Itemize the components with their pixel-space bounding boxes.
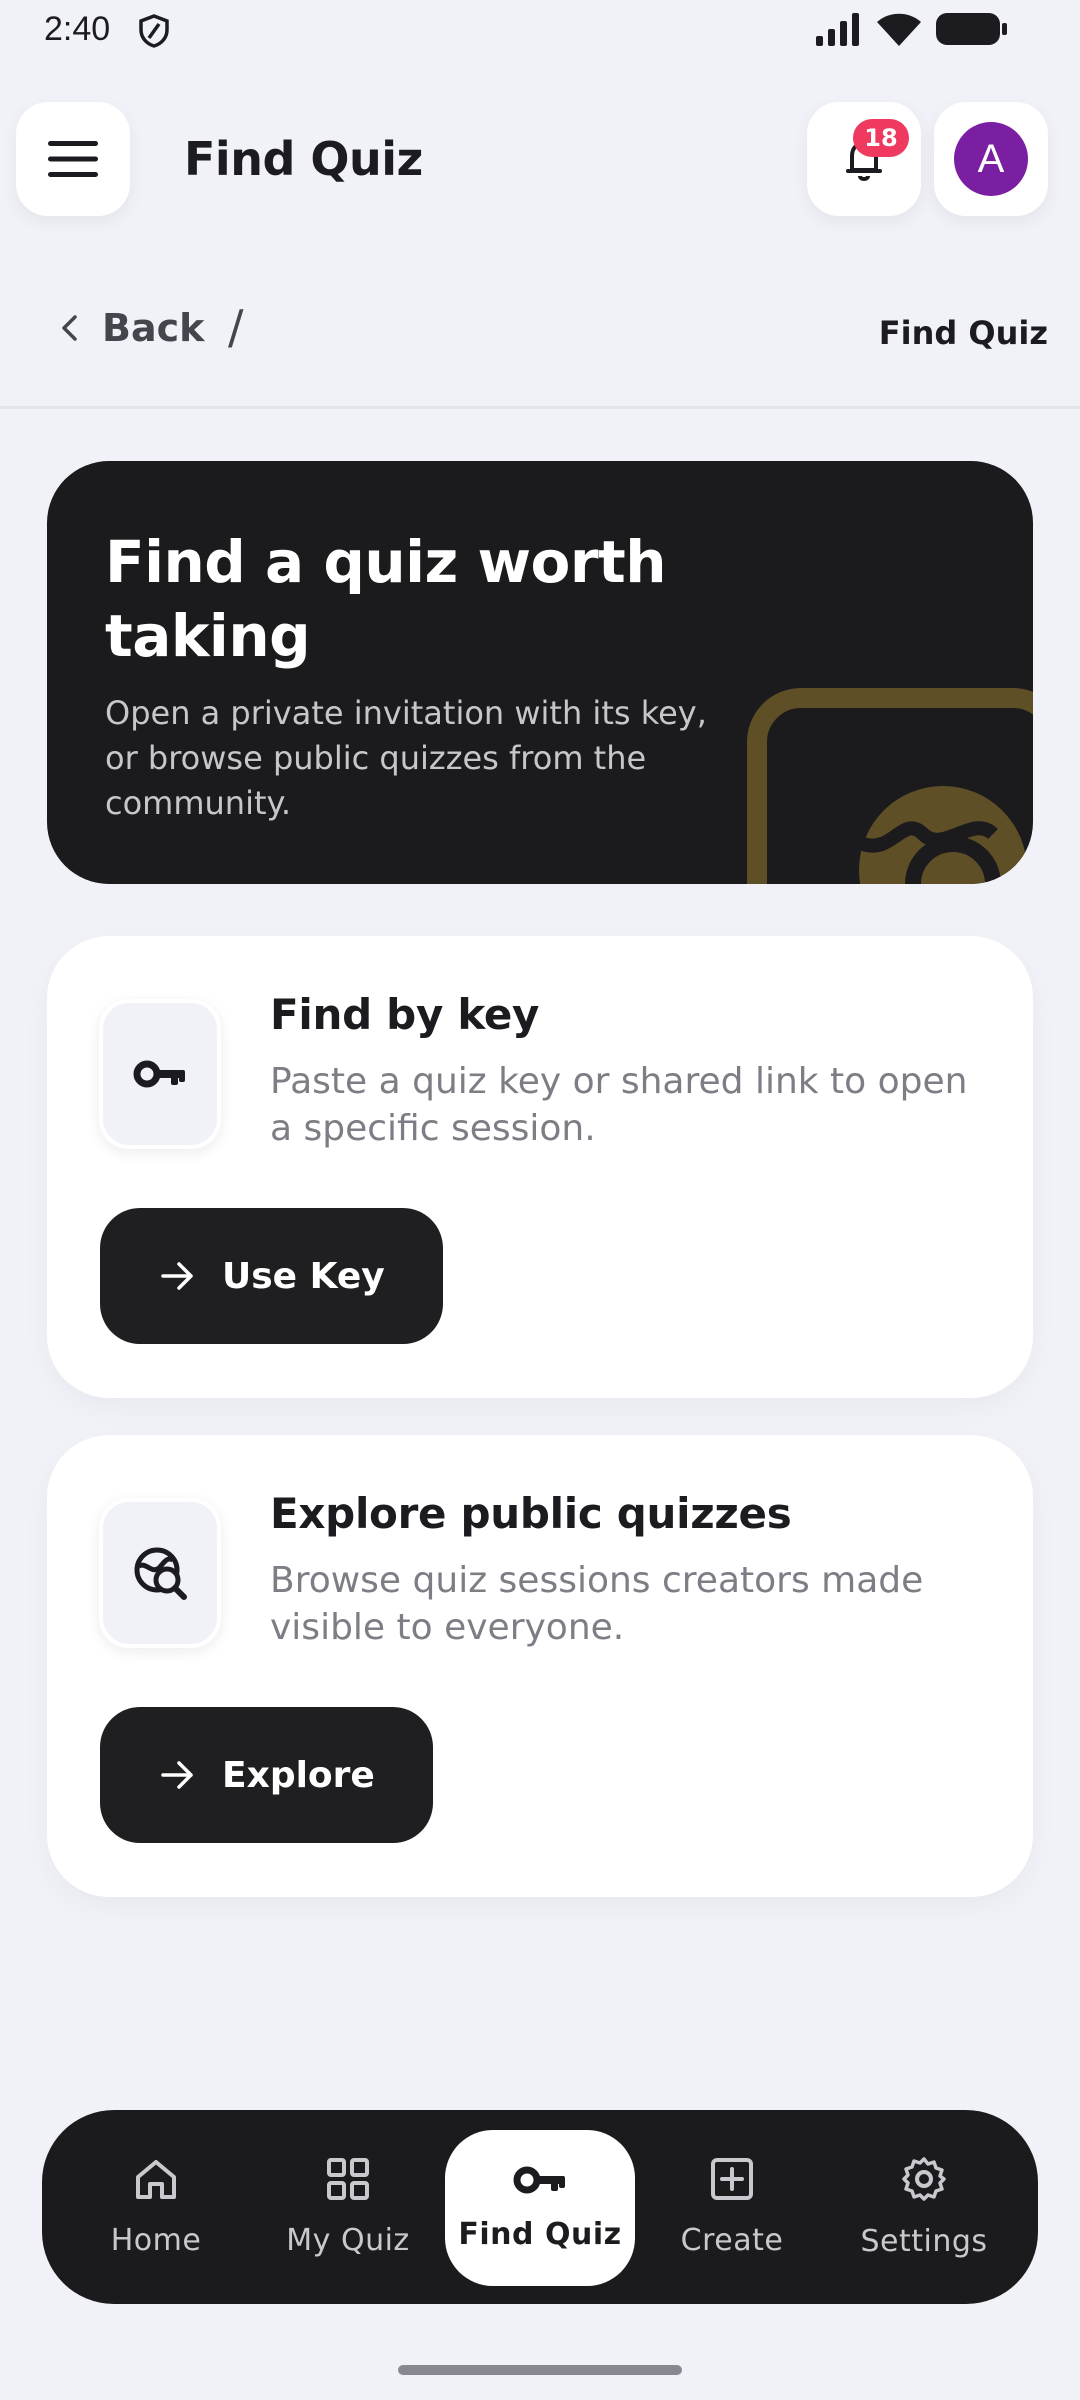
globe-search-decoration-icon: [747, 688, 1033, 884]
page-title: Find Quiz: [184, 132, 423, 186]
nav-settings-label: Settings: [860, 2223, 988, 2259]
explore-button[interactable]: Explore: [100, 1707, 433, 1843]
card-icon-container: [99, 999, 221, 1149]
card-description: Browse quiz sessions creators made visib…: [270, 1560, 924, 1648]
explore-label: Explore: [222, 1754, 375, 1796]
explore-public-card: Explore public quizzes Browse quiz sessi…: [47, 1435, 1033, 1897]
arrow-right-icon: [161, 1262, 193, 1290]
find-by-key-card: Find by key Paste a quiz key or shared l…: [47, 936, 1033, 1398]
globe-search-icon: [134, 1547, 187, 1600]
hero-description: Open a private invitation with its key, …: [105, 694, 707, 822]
grid-icon: [327, 2157, 369, 2200]
nav-create[interactable]: Create: [637, 2110, 827, 2304]
nav-home[interactable]: Home: [61, 2110, 251, 2304]
home-indicator[interactable]: [398, 2365, 682, 2375]
nav-find-quiz-label: Find Quiz: [458, 2216, 622, 2252]
status-indicators: [816, 12, 1008, 46]
hero-title: Find a quiz worth taking: [105, 528, 667, 670]
status-bar: 2:40: [0, 0, 1080, 64]
card-description: Paste a quiz key or shared link to open …: [270, 1061, 968, 1149]
nav-my-quiz-label: My Quiz: [286, 2222, 410, 2258]
nav-settings[interactable]: Settings: [829, 2110, 1019, 2304]
bottom-nav: Home My Quiz Find Quiz Create Settings: [42, 2110, 1038, 2304]
nav-home-label: Home: [110, 2222, 202, 2258]
notifications-button[interactable]: [807, 102, 921, 216]
arrow-right-icon: [161, 1761, 193, 1789]
back-link[interactable]: Back: [58, 306, 204, 350]
back-label: Back: [102, 306, 205, 350]
wifi-icon: [877, 13, 921, 46]
shield-icon: [139, 14, 169, 48]
key-icon: [513, 2166, 565, 2193]
card-title: Explore public quizzes: [270, 1489, 792, 1538]
signal-icon: [816, 13, 859, 46]
use-key-button[interactable]: Use Key: [100, 1208, 443, 1344]
breadcrumb-separator: /: [228, 300, 244, 354]
battery-icon: [936, 13, 1007, 45]
hamburger-icon: [48, 141, 98, 177]
card-icon-container: [99, 1498, 221, 1648]
home-icon: [136, 2159, 176, 2199]
notification-badge: 18: [853, 119, 909, 157]
status-time: 2:40: [44, 10, 111, 48]
profile-button[interactable]: A: [934, 102, 1048, 216]
menu-button[interactable]: [16, 102, 130, 216]
card-title: Find by key: [270, 990, 540, 1039]
plus-square-icon: [711, 2157, 753, 2200]
avatar: A: [954, 122, 1028, 196]
gear-icon: [902, 2156, 946, 2201]
chevron-left-icon: [62, 315, 77, 341]
nav-find-quiz[interactable]: Find Quiz: [445, 2130, 635, 2286]
nav-my-quiz[interactable]: My Quiz: [253, 2110, 443, 2304]
divider: [0, 406, 1080, 409]
key-icon: [133, 1060, 185, 1088]
nav-create-label: Create: [680, 2222, 784, 2258]
breadcrumb-current: Find Quiz: [878, 314, 1048, 352]
use-key-label: Use Key: [222, 1255, 385, 1297]
hero-banner: Find a quiz worth taking Open a private …: [47, 461, 1033, 884]
